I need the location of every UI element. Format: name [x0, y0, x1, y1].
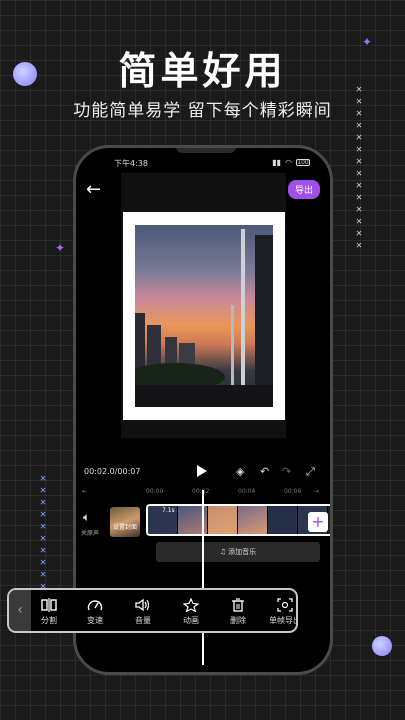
speed-icon [87, 600, 103, 611]
back-arrow-icon[interactable]: ← [86, 179, 101, 200]
add-music-label: 添加音乐 [228, 548, 257, 556]
speed-tool[interactable]: 变速 [73, 590, 117, 631]
headline: 简单好用 [118, 49, 287, 93]
ruler-end-marker: ⇥ [314, 488, 320, 495]
wifi-icon: ◠ [285, 158, 292, 167]
decor-bubble-right [372, 636, 392, 656]
subheadline: 功能简单易学 留下每个精彩瞬间 [73, 101, 332, 121]
edit-toolbar: ‹ 分割 变速 音量 动画 删除 单帧导出 [7, 588, 298, 633]
trash-icon [232, 598, 244, 612]
clip-thumbnail [238, 506, 268, 534]
battery-icon: 100 [296, 159, 310, 166]
frame-export-tool[interactable]: 单帧导出 [263, 590, 298, 631]
mute-original-label: 关原声 [81, 530, 100, 537]
add-clip-button[interactable]: + [308, 512, 328, 532]
ruler-tick: 00:04 [238, 488, 256, 495]
frame-export-icon [277, 598, 293, 612]
export-button[interactable]: 导出 [287, 180, 320, 199]
split-icon [41, 598, 57, 612]
ruler-tick: 00:06 [284, 488, 302, 495]
speaker-icon[interactable]: 🔈︎ [83, 510, 90, 525]
play-icon[interactable] [196, 464, 208, 478]
video-clip-strip[interactable]: 7.1s + [146, 504, 330, 536]
volume-label: 音量 [135, 616, 151, 625]
ruler-tick: 00:02 [192, 488, 210, 495]
delete-label: 删除 [230, 616, 246, 625]
playhead[interactable] [202, 490, 204, 665]
photo-frame [123, 212, 285, 420]
cover-label: 设置封面 [112, 524, 137, 531]
status-time: 下午4:38 [114, 159, 148, 168]
clip-duration: 7.1s [162, 507, 175, 514]
signal-icon: ▮▮ [272, 158, 282, 167]
playback-bar: 00:02.0/00:07 ◈ ↶ ↷ ⤢ [76, 464, 330, 480]
music-note-icon: ♫ [219, 548, 227, 556]
add-music-button[interactable]: ♫ 添加音乐 [156, 542, 320, 562]
status-bar: 下午4:38 ▮▮ ◠ 100 [76, 156, 330, 172]
frame-export-label: 单帧导出 [269, 616, 298, 625]
ruler-tick: 00:00 [146, 488, 164, 495]
sunset-photo [135, 225, 273, 407]
split-label: 分割 [41, 616, 57, 625]
redo-icon[interactable]: ↷ [282, 465, 291, 478]
time-display: 00:02.0/00:07 [84, 467, 141, 476]
animation-tool[interactable]: 动画 [169, 590, 213, 631]
split-tool[interactable]: 分割 [27, 590, 71, 631]
volume-tool[interactable]: 音量 [121, 590, 165, 631]
sparkle-icon: ✦ [55, 241, 66, 255]
ruler-start-marker: ⇤ [82, 488, 88, 495]
star-icon [183, 598, 199, 612]
phone-notch [176, 148, 236, 153]
status-icons: ▮▮ ◠ 100 [272, 158, 310, 167]
animation-label: 动画 [183, 616, 199, 625]
clip-thumbnail [268, 506, 298, 534]
speed-label: 变速 [87, 616, 103, 625]
set-cover-button[interactable]: 设置封面 [110, 507, 140, 537]
clip-thumbnail [208, 506, 238, 534]
volume-icon [135, 598, 150, 612]
decor-cross-column-left: ✕ ✕ ✕ ✕ ✕ ✕ ✕ ✕ ✕ ✕ [40, 473, 47, 592]
keyframe-icon[interactable]: ◈ [236, 465, 244, 478]
undo-icon[interactable]: ↶ [260, 465, 269, 478]
fullscreen-icon[interactable]: ⤢ [306, 465, 315, 479]
delete-tool[interactable]: 删除 [216, 590, 260, 631]
